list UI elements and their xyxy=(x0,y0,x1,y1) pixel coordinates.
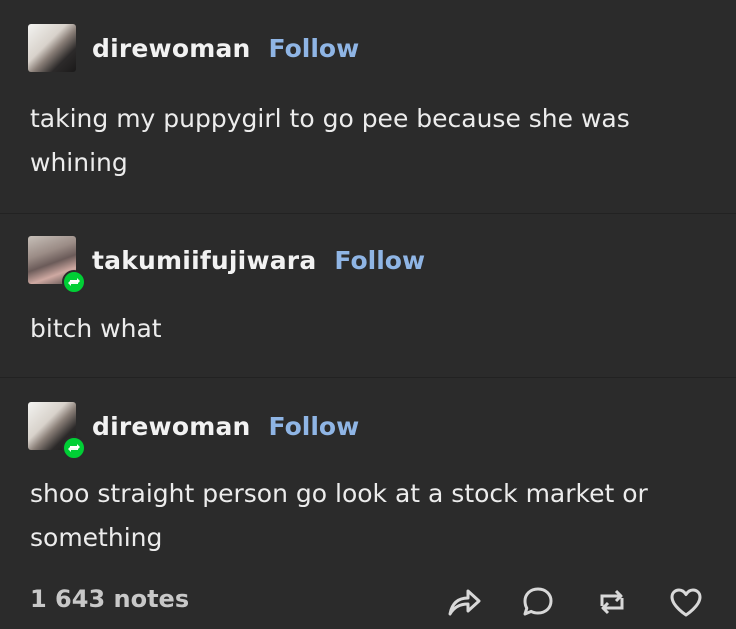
like-icon[interactable] xyxy=(666,584,706,620)
reblog-badge-icon xyxy=(62,270,86,294)
post-header: takumiifujiwara Follow xyxy=(28,236,425,294)
post-footer: 1 643 notes xyxy=(0,548,736,629)
reblog-icon[interactable] xyxy=(592,584,632,620)
avatar[interactable] xyxy=(28,402,86,460)
avatar[interactable] xyxy=(28,24,76,72)
share-icon[interactable] xyxy=(444,584,484,620)
post-header: direwoman Follow xyxy=(28,402,360,460)
username[interactable]: takumiifujiwara xyxy=(92,246,316,275)
post-header: direwoman Follow xyxy=(28,24,359,72)
post-text: shoo straight person go look at a stock … xyxy=(30,479,648,552)
follow-button[interactable]: Follow xyxy=(334,246,425,275)
post: direwoman Follow taking my puppygirl to … xyxy=(0,0,736,213)
post-text: bitch what xyxy=(30,314,162,343)
reply-icon[interactable] xyxy=(518,584,558,620)
post-actions xyxy=(444,584,706,620)
avatar[interactable] xyxy=(28,236,86,294)
username[interactable]: direwoman xyxy=(92,34,251,63)
follow-button[interactable]: Follow xyxy=(269,412,360,441)
post: takumiifujiwara Follow bitch what xyxy=(0,214,736,377)
avatar-image xyxy=(28,24,76,72)
reblog-badge-icon xyxy=(62,436,86,460)
post-text: taking my puppygirl to go pee because sh… xyxy=(30,104,630,177)
notes-count[interactable]: 1 643 notes xyxy=(30,585,189,613)
post: direwoman Follow shoo straight person go… xyxy=(0,378,736,552)
username[interactable]: direwoman xyxy=(92,412,251,441)
follow-button[interactable]: Follow xyxy=(269,34,360,63)
